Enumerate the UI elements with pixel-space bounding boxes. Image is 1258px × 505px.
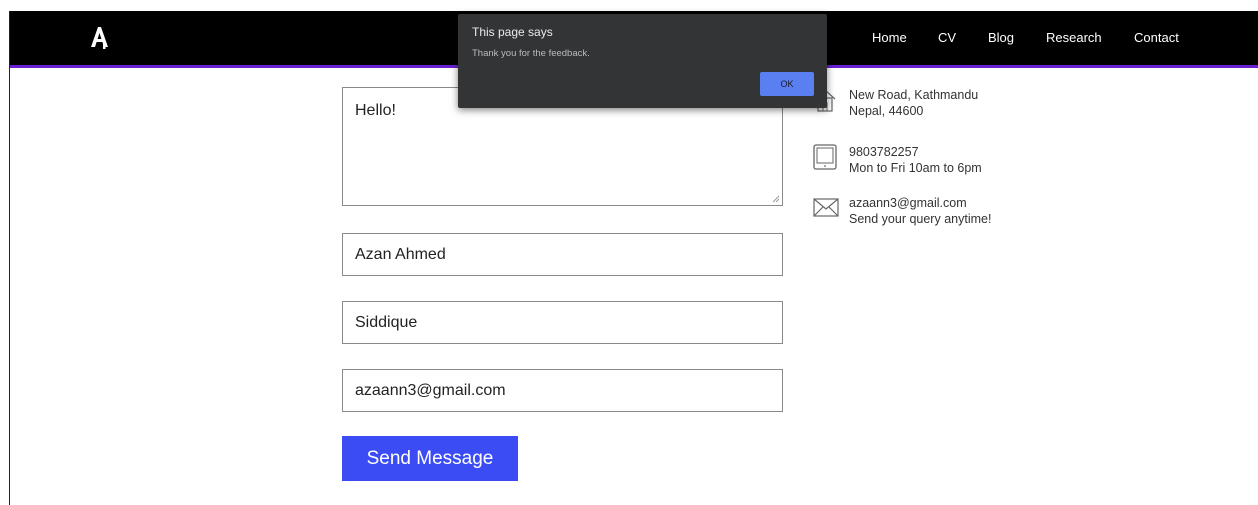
send-message-button[interactable]: Send Message xyxy=(342,436,518,481)
envelope-icon xyxy=(813,198,839,217)
tablet-icon xyxy=(813,144,837,170)
address-line1: New Road, Kathmandu xyxy=(849,88,979,102)
nav-contact-link[interactable]: Contact xyxy=(1134,30,1179,45)
email-value: azaann3@gmail.com xyxy=(355,382,506,399)
first-name-input[interactable]: Azan Ahmed xyxy=(342,233,783,276)
last-name-input[interactable]: Siddique xyxy=(342,301,783,344)
dialog-title: This page says xyxy=(472,25,553,39)
nav-research-link[interactable]: Research xyxy=(1046,30,1102,45)
address-line2: Nepal, 44600 xyxy=(849,104,924,118)
email-text: azaann3@gmail.com Send your query anytim… xyxy=(849,195,991,227)
dialog-ok-button[interactable]: OK xyxy=(760,72,814,96)
phone-number: 9803782257 xyxy=(849,145,919,159)
message-text: Hello! xyxy=(355,102,396,119)
nav-home-link[interactable]: Home xyxy=(872,30,907,45)
contact-email-note: Send your query anytime! xyxy=(849,212,992,226)
last-name-value: Siddique xyxy=(355,314,418,331)
dialog-message: Thank you for the feedback. xyxy=(472,48,590,59)
address-text: New Road, Kathmandu Nepal, 44600 xyxy=(849,87,978,119)
contact-email-address: azaann3@gmail.com xyxy=(849,196,967,210)
alert-dialog: This page says Thank you for the feedbac… xyxy=(458,14,827,108)
resize-grip-icon[interactable] xyxy=(772,195,780,203)
nav-cv-link[interactable]: CV xyxy=(938,30,956,45)
phone-hours: Mon to Fri 10am to 6pm xyxy=(849,161,982,175)
nav-blog-link[interactable]: Blog xyxy=(988,30,1014,45)
phone-text: 9803782257 Mon to Fri 10am to 6pm xyxy=(849,144,982,176)
email-input[interactable]: azaann3@gmail.com xyxy=(342,369,783,412)
first-name-value: Azan Ahmed xyxy=(355,246,446,263)
